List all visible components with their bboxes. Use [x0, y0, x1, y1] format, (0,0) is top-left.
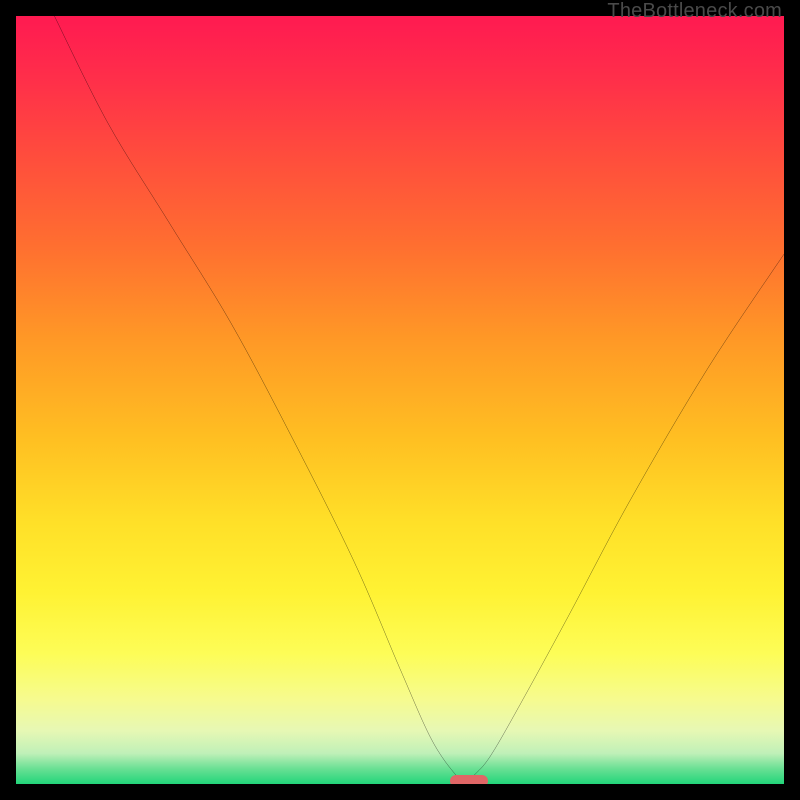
chart-root: TheBottleneck.com	[0, 0, 800, 800]
bottleneck-curve	[54, 16, 784, 780]
curve-svg	[16, 16, 784, 784]
plot-area	[16, 16, 784, 784]
attribution-text: TheBottleneck.com	[607, 0, 782, 23]
minimum-marker	[450, 775, 488, 784]
